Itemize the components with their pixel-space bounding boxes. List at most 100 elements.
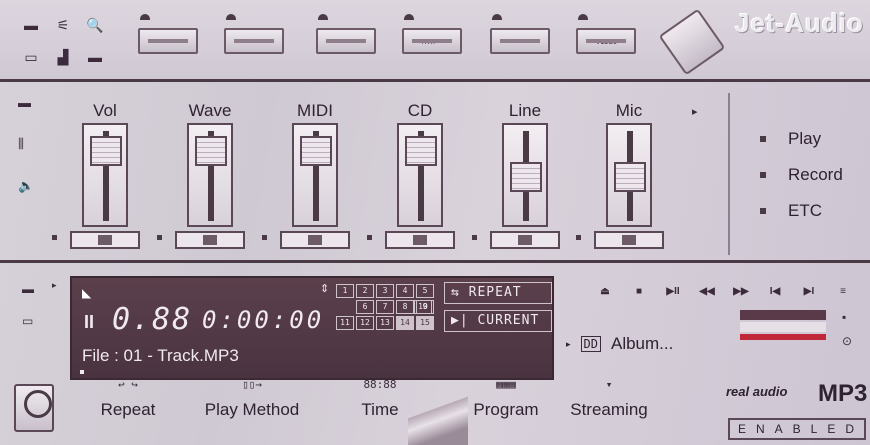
- speaker-icon[interactable]: 🔈: [18, 178, 34, 194]
- meter-bar: [740, 310, 826, 320]
- repeat-mode-button[interactable]: ⇆ REPEAT: [444, 282, 552, 304]
- bars-icon[interactable]: ⫼: [18, 136, 34, 152]
- device-tag: MTR: [422, 38, 435, 46]
- power-icon: [318, 14, 328, 20]
- channel-label: MIDI: [297, 101, 333, 120]
- track-button[interactable]: 10: [414, 300, 432, 314]
- sort-arrows-icon[interactable]: ⇕: [320, 282, 329, 295]
- window-icon[interactable]: ▭: [22, 314, 34, 328]
- track-button[interactable]: 5: [416, 284, 434, 298]
- fader-knob[interactable]: [300, 135, 332, 166]
- time-display: 0:00:00: [202, 306, 325, 334]
- current-mode-button[interactable]: ▶| CURRENT: [444, 310, 552, 332]
- remote-control-icon[interactable]: [658, 8, 726, 76]
- track-button[interactable]: 3: [376, 284, 394, 298]
- album-label: Album...: [610, 334, 674, 353]
- chart-icon[interactable]: ▟: [50, 44, 76, 70]
- list-icon[interactable]: ▬: [22, 282, 34, 296]
- mixer-option-play[interactable]: Play: [760, 129, 821, 149]
- mixer-option-record[interactable]: Record: [760, 165, 843, 185]
- play-method-button[interactable]: ▯▯→ Play Method: [196, 378, 308, 420]
- album-selector[interactable]: ▸ DD Album...: [566, 334, 673, 354]
- wave-fader[interactable]: [187, 123, 233, 227]
- track-button[interactable]: 12: [356, 316, 374, 330]
- next-track-icon[interactable]: ▶I: [798, 286, 820, 297]
- balance-marker: [576, 235, 581, 240]
- fader-knob[interactable]: [195, 135, 227, 166]
- volume-fader[interactable]: [82, 123, 128, 227]
- balance-slider[interactable]: [175, 231, 245, 249]
- tuner-device[interactable]: [316, 14, 378, 68]
- midi-fader[interactable]: [292, 123, 338, 227]
- track-button[interactable]: 8: [396, 300, 414, 314]
- balance-marker: [157, 235, 162, 240]
- track-button[interactable]: 2: [356, 284, 374, 298]
- amplifier-device[interactable]: [224, 14, 286, 68]
- file-name: File : 01 - Track.MP3: [82, 346, 239, 365]
- fader-knob[interactable]: [90, 135, 122, 166]
- mixer-option-etc[interactable]: ETC: [760, 201, 822, 221]
- video-deck-device[interactable]: VIDEO: [576, 14, 638, 68]
- equalizer-device[interactable]: [138, 14, 200, 68]
- balance-slider[interactable]: [70, 231, 140, 249]
- track-button[interactable]: 14: [396, 316, 414, 330]
- line-fader[interactable]: [502, 123, 548, 227]
- circle-icon[interactable]: ⊙: [842, 334, 852, 348]
- level-meter[interactable]: [740, 310, 826, 344]
- track-button[interactable]: 15: [416, 316, 434, 330]
- eject-icon[interactable]: ⏏: [594, 286, 616, 297]
- track-button[interactable]: 6: [356, 300, 374, 314]
- fader-knob[interactable]: [405, 135, 437, 166]
- balance-slider[interactable]: [280, 231, 350, 249]
- channel-vol: Vol: [52, 101, 140, 251]
- stop-icon[interactable]: ■: [628, 286, 650, 297]
- track-button[interactable]: 13: [376, 316, 394, 330]
- power-icon: [404, 14, 414, 20]
- mic-fader[interactable]: [606, 123, 652, 227]
- cd-deck-device[interactable]: MTR: [402, 14, 464, 68]
- grid-icon[interactable]: ▬: [18, 12, 44, 38]
- menu-icon[interactable]: ≡: [832, 286, 854, 297]
- track-button[interactable]: 11: [336, 316, 354, 330]
- disc-drive-icon[interactable]: [14, 384, 54, 432]
- repeat-button[interactable]: ↩ ↪ Repeat: [92, 378, 164, 420]
- fast-forward-icon[interactable]: ▶▶: [730, 286, 752, 297]
- fader-knob[interactable]: [510, 162, 542, 192]
- rewind-icon[interactable]: ◀◀: [696, 286, 718, 297]
- monitor-icon[interactable]: ▭: [18, 44, 44, 70]
- track-number: 0.88: [112, 302, 193, 337]
- option-label: Play: [788, 129, 822, 148]
- channel-label: CD: [407, 101, 433, 120]
- cd-fader[interactable]: [397, 123, 443, 227]
- mixer-more-arrow-icon[interactable]: ▸: [692, 105, 698, 118]
- time-button[interactable]: 88:88 Time: [350, 378, 410, 420]
- channel-label: Vol: [93, 101, 117, 120]
- player-side-tools: ▬ ▭: [22, 282, 34, 328]
- balance-slider[interactable]: [594, 231, 664, 249]
- fader-knob[interactable]: [614, 162, 646, 192]
- square-icon[interactable]: ▪: [842, 310, 852, 324]
- list-icon[interactable]: ▬: [18, 95, 34, 110]
- streaming-button[interactable]: ▾ Streaming: [566, 378, 652, 420]
- previous-track-icon[interactable]: I◀: [764, 286, 786, 297]
- search-icon[interactable]: 🔍: [82, 12, 108, 38]
- mountain-decoration: [408, 378, 468, 445]
- track-button[interactable]: 7: [376, 300, 394, 314]
- play-method-icon: ▯▯→: [242, 378, 262, 391]
- balance-marker: [52, 235, 57, 240]
- play-pause-icon[interactable]: ▶II: [662, 286, 684, 297]
- channel-mic: Mic: [576, 101, 664, 251]
- plug-icon[interactable]: ⚟: [50, 12, 76, 38]
- balance-slider[interactable]: [385, 231, 455, 249]
- balance-marker: [367, 235, 372, 240]
- lcd-dot: [80, 370, 84, 374]
- track-button[interactable]: 4: [396, 284, 414, 298]
- balance-slider[interactable]: [490, 231, 560, 249]
- arrow-icon[interactable]: ▸: [52, 280, 57, 291]
- menu-icon[interactable]: ▬: [82, 44, 108, 70]
- program-button[interactable]: ▦▦▦ Program: [466, 378, 546, 420]
- channel-wave: Wave: [157, 101, 245, 251]
- tape-deck-device[interactable]: [490, 14, 552, 68]
- track-button[interactable]: 1: [336, 284, 354, 298]
- arrow-icon: ▸: [566, 338, 571, 349]
